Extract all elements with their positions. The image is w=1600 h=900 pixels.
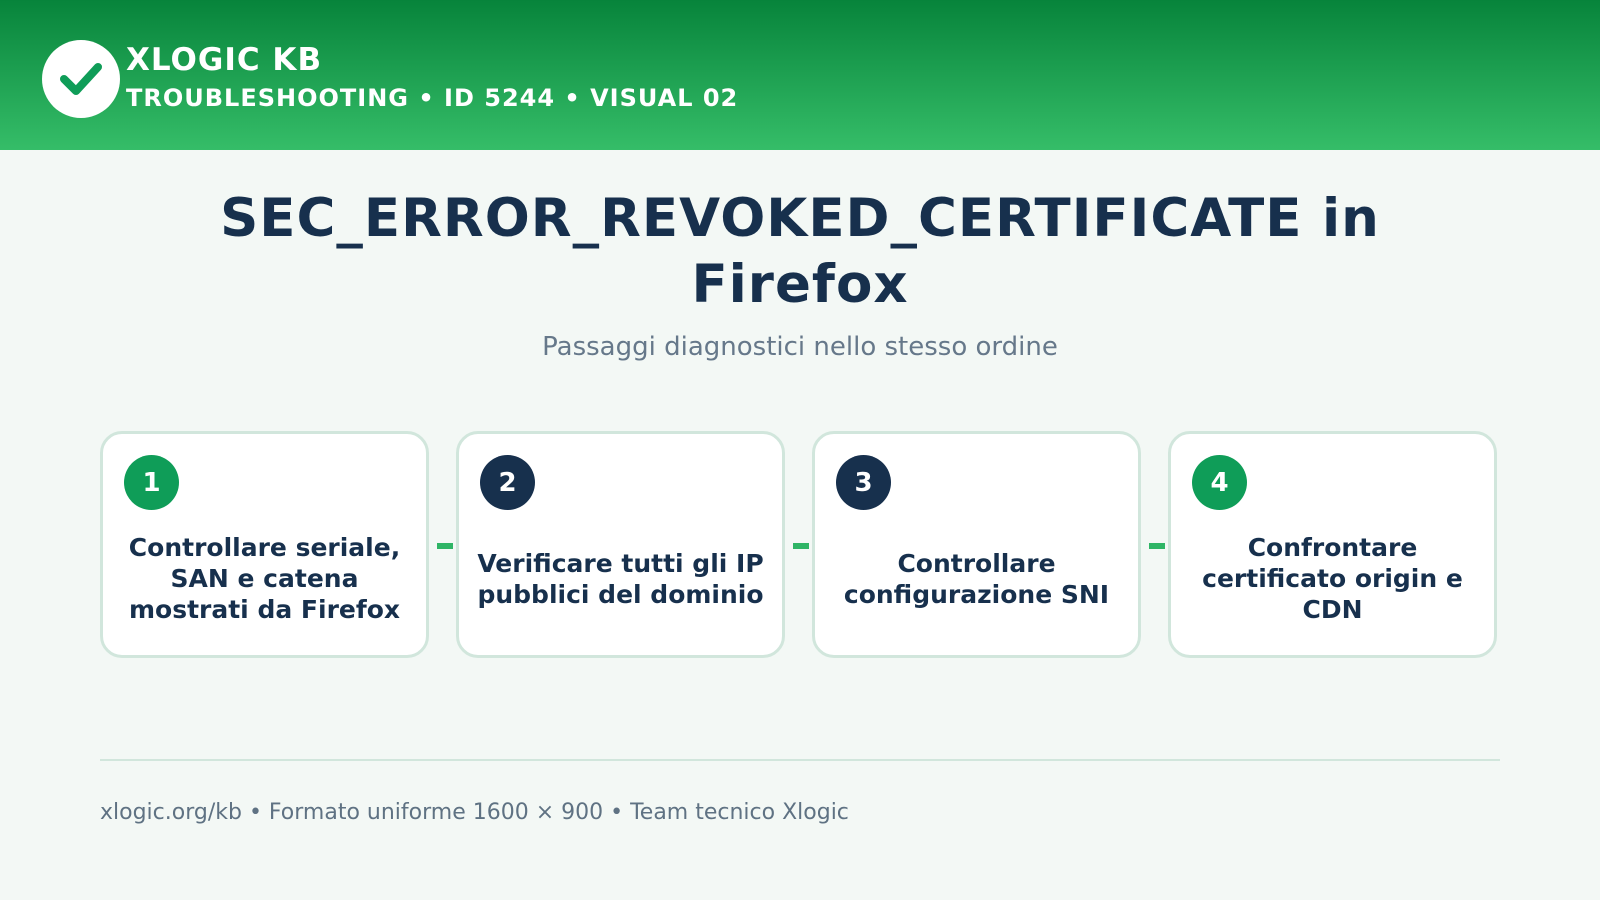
step-connector [437,543,453,549]
page-subtitle: Passaggi diagnostici nello stesso ordine [542,332,1058,362]
step-text: Controllare configurazione SNI [843,548,1110,609]
footer-divider [100,759,1500,761]
step-card-2: 2 Verificare tutti gli IP pubblici del d… [456,431,785,658]
logo [42,40,120,118]
step-connector [793,543,809,549]
brand-subtitle: TROUBLESHOOTING • ID 5244 • VISUAL 02 [126,84,739,112]
step-connector [1149,543,1165,549]
check-icon [60,63,102,95]
step-text: Controllare seriale, SAN e catena mostra… [128,533,401,624]
step-text: Confrontare certificato origin e CDN [1202,533,1463,624]
footer-text: xlogic.org/kb • Formato uniforme 1600 × … [100,800,849,825]
step-number-badge: 4 [1192,455,1247,510]
page-title: SEC_ERROR_REVOKED_CERTIFICATE in Firefox [220,188,1380,315]
step-card-4: 4 Confrontare certificato origin e CDN [1168,431,1497,658]
header-banner: XLOGIC KB TROUBLESHOOTING • ID 5244 • VI… [0,0,1600,150]
step-number-badge: 1 [124,455,179,510]
step-card-3: 3 Controllare configurazione SNI [812,431,1141,658]
step-number-badge: 3 [836,455,891,510]
step-number-badge: 2 [480,455,535,510]
brand-title: XLOGIC KB [126,42,323,78]
step-text: Verificare tutti gli IP pubblici del dom… [477,548,764,609]
step-card-1: 1 Controllare seriale, SAN e catena most… [100,431,429,658]
